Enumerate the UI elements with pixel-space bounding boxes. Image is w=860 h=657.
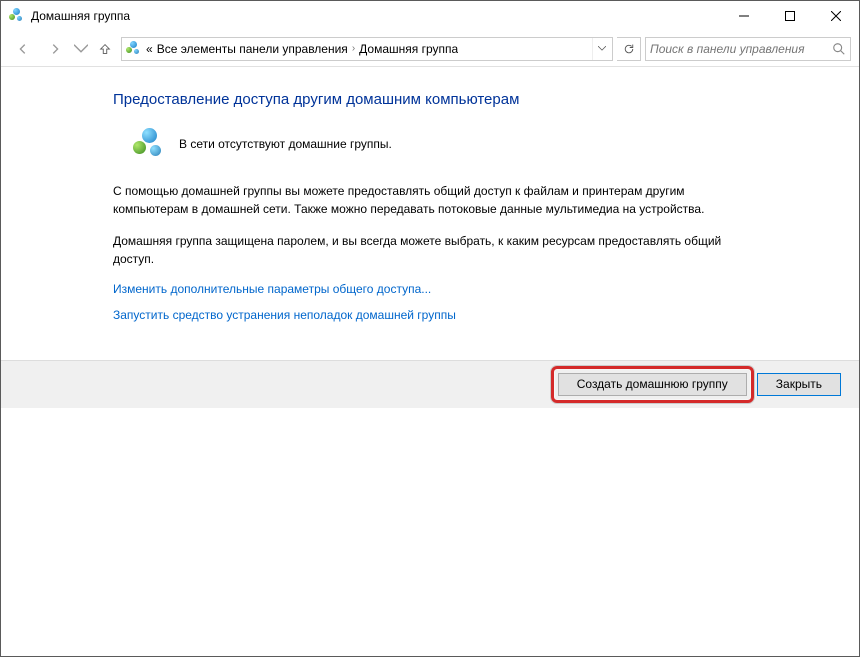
close-button[interactable] [813,1,859,31]
search-box[interactable] [645,37,851,61]
forward-button[interactable] [41,35,69,63]
address-dropdown[interactable] [592,38,610,60]
homegroup-icon [126,41,142,57]
window-controls [721,1,859,31]
minimize-button[interactable] [721,1,767,31]
refresh-button[interactable] [617,37,641,61]
description-1: С помощью домашней группы вы можете пред… [113,182,743,218]
address-bar[interactable]: « Все элементы панели управления › Домаш… [121,37,613,61]
homegroup-large-icon [133,128,165,160]
app-icon [9,8,25,24]
link-troubleshoot[interactable]: Запустить средство устранения неполадок … [113,308,819,322]
titlebar: Домашняя группа [1,1,859,31]
search-icon [832,42,846,56]
chevron-right-icon[interactable]: › [352,43,355,54]
window: Домашняя группа [0,0,860,657]
breadcrumb-prefix: « [146,42,153,56]
close-panel-button[interactable]: Закрыть [757,373,841,396]
navbar: « Все элементы панели управления › Домаш… [1,31,859,67]
status-text: В сети отсутствуют домашние группы. [179,137,392,151]
window-title: Домашняя группа [31,9,130,23]
history-dropdown[interactable] [73,35,89,63]
empty-space [1,408,859,657]
create-homegroup-button[interactable]: Создать домашнюю группу [558,373,747,396]
button-bar: Создать домашнюю группу Закрыть [1,360,859,408]
maximize-button[interactable] [767,1,813,31]
description-2: Домашняя группа защищена паролем, и вы в… [113,232,743,268]
status-row: В сети отсутствуют домашние группы. [113,128,819,160]
content-area: Предоставление доступа другим домашним к… [1,67,859,360]
up-button[interactable] [93,37,117,61]
back-button[interactable] [9,35,37,63]
search-input[interactable] [650,42,832,56]
link-advanced-sharing[interactable]: Изменить дополнительные параметры общего… [113,282,819,296]
breadcrumb-seg-2[interactable]: Домашняя группа [359,42,458,56]
breadcrumb-seg-1[interactable]: Все элементы панели управления [157,42,348,56]
page-title: Предоставление доступа другим домашним к… [113,91,819,108]
